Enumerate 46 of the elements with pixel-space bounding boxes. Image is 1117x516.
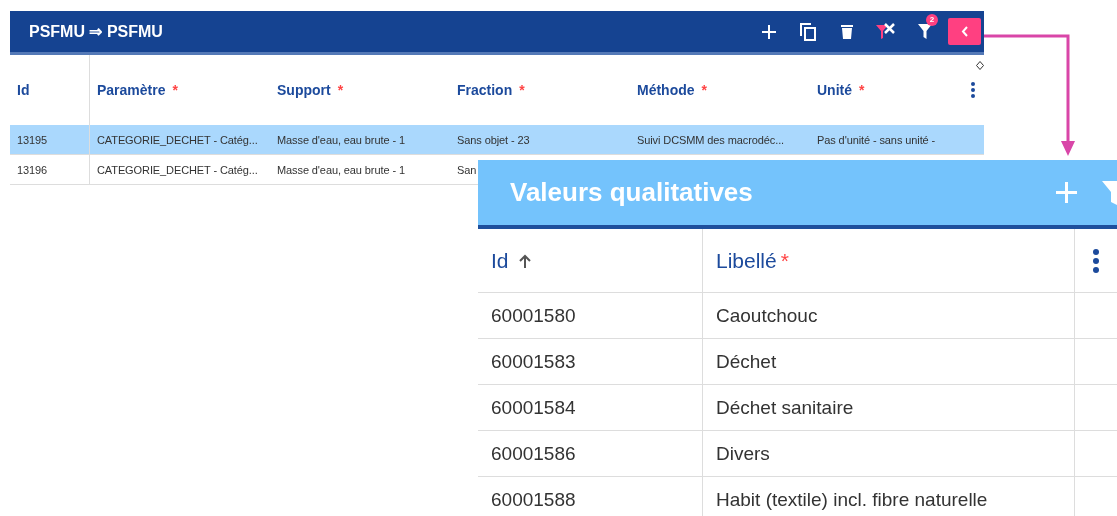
table-cell: CATEGORIE_DECHET - Catég... [90,125,270,155]
trash-icon [840,24,853,39]
filter-icon [917,24,932,39]
table-cell: Masse d'eau, eau brute - 1 [270,125,450,155]
table-cell: Déchet [703,339,1075,385]
column-header[interactable]: Support * [270,55,450,125]
plus-icon [761,24,776,39]
table-cell: 60001588 [478,477,703,516]
required-mark: * [172,82,178,98]
required-mark: * [519,82,525,98]
filter-clear-icon [875,22,896,41]
table-cell: Pas d'unité - sans unité - [810,125,955,155]
chevron-left-icon [961,26,968,37]
table-cell [955,125,984,155]
column-header[interactable]: Id [478,229,703,293]
filter-count-badge: 2 [926,13,938,26]
column-header[interactable]: Paramètre * [90,55,270,125]
table-cell: 60001584 [478,385,703,431]
table-cell: 60001586 [478,431,703,477]
sort-ascending-icon[interactable] [518,253,531,268]
table-cell: 60001583 [478,339,703,385]
column-header[interactable]: Unité * [810,55,955,125]
column-header[interactable]: Fraction * [450,55,630,125]
resize-handle-icon[interactable] [976,61,984,70]
column-header[interactable]: Méthode * [630,55,810,125]
table-cell: Suivi DCSMM des macrodéc... [630,125,810,155]
table-cell: Masse d'eau, eau brute - 1 [270,155,450,185]
table-cell: CATEGORIE_DECHET - Catég... [90,155,270,185]
panel-title: PSFMU ⇒ PSFMU [29,22,164,41]
table-cell: 13195 [10,125,90,155]
table-cell: Divers [703,431,1075,477]
required-mark: * [859,82,865,98]
more-vert-icon[interactable] [1093,248,1099,273]
table-cell: Sans objet - 23 [450,125,630,155]
table-cell: Caoutchouc [703,293,1075,339]
table-cell: 13196 [10,155,90,185]
plus-icon [1055,182,1077,203]
table-cell: Déchet sanitaire [703,385,1075,431]
required-mark: * [337,82,344,98]
required-mark: * [701,82,707,98]
required-mark: * [780,248,789,273]
table-cell: 60001580 [478,293,703,339]
column-header[interactable]: Libellé * [703,229,1075,293]
table-cell: Habit (textile) incl. fibre naturelle [703,477,1075,516]
copy-icon [799,22,816,41]
more-vert-icon[interactable] [971,82,975,98]
